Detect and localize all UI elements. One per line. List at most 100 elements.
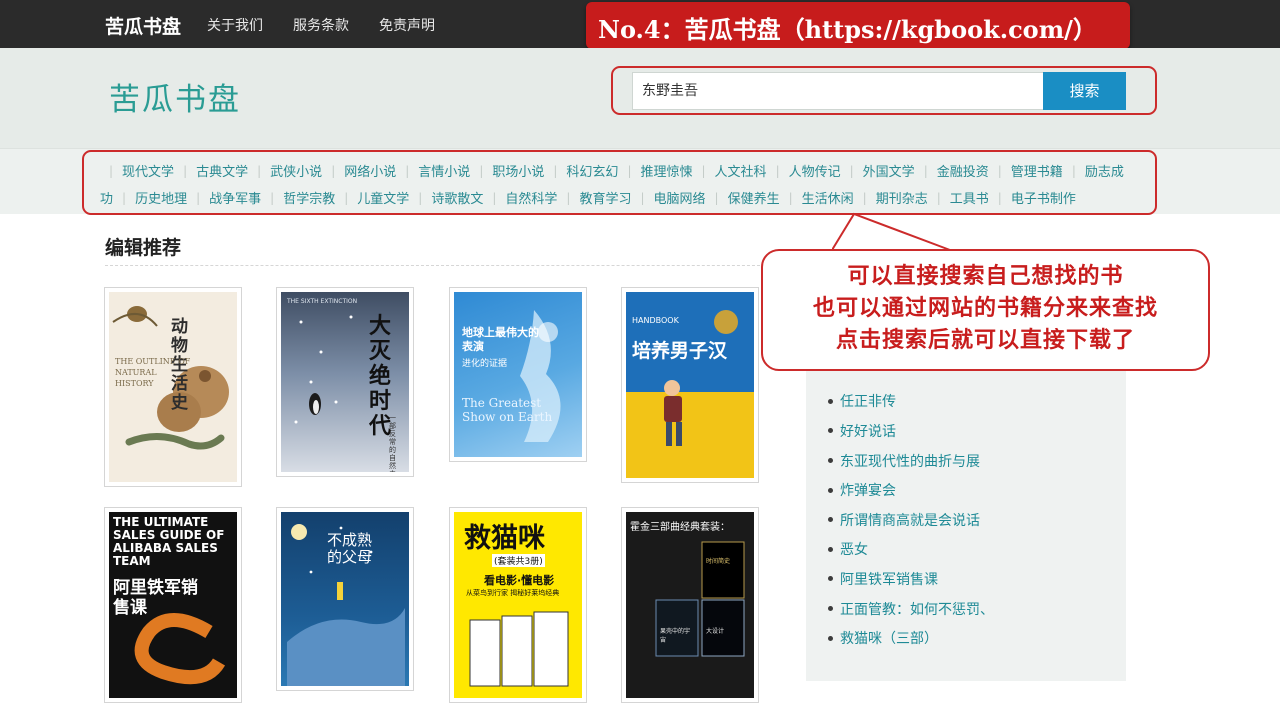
category-link[interactable]: 科幻玄幻	[566, 161, 618, 180]
site-logo[interactable]: 苦瓜书盘	[109, 74, 241, 119]
book-7-subtitle: (套装共3册)	[492, 554, 545, 567]
book-6-title: 不成熟的父母	[327, 531, 373, 566]
category-link[interactable]: 人物传记	[789, 161, 841, 180]
nav-brand[interactable]: 苦瓜书盘	[105, 12, 181, 39]
category-link[interactable]: 人文社科	[715, 161, 767, 180]
category-link[interactable]: 儿童文学	[357, 188, 409, 207]
category-link[interactable]: 自然科学	[505, 188, 557, 207]
list-item: 正面管教：如何不惩罚、	[828, 594, 994, 624]
book-card-7[interactable]: 救猫咪 (套装共3册) 看电影·懂电影 从菜鸟到行家 揭秘好莱坞经典	[449, 507, 587, 703]
category-separator: |	[257, 163, 262, 178]
nav-link-about[interactable]: 关于我们	[207, 15, 263, 35]
book-card-3[interactable]: 地球上最伟大的表演 进化的证据 The Greatest Show on Ear…	[449, 287, 587, 462]
list-item: 任正非传	[828, 387, 994, 417]
category-link[interactable]: 励志成	[1085, 161, 1124, 180]
sidebar-book-list: 任正非传 任正非传 好好说话 东亚现代性的曲折与展 炸弹宴会 所谓情商高就是会说…	[828, 357, 994, 653]
sidebar-book-link[interactable]: 所谓情商高就是会说话	[840, 510, 980, 530]
category-separator: |	[640, 190, 645, 205]
nav-links: 关于我们 服务条款 免责声明	[207, 15, 435, 35]
category-link[interactable]: 古典文学	[196, 161, 248, 180]
bullet	[828, 428, 833, 434]
book-5-english-title: THE ULTIMATE SALES GUIDE OF ALIBABA SALE…	[113, 515, 225, 568]
callout-text: 可以直接搜索自己想找的书 也可以通过网站的书籍分来来查找 点击搜索后就可以直接下…	[763, 261, 1208, 357]
category-separator: |	[701, 163, 706, 178]
category-link[interactable]: 战争军事	[209, 188, 261, 207]
search-highlight: 东野圭吾 搜索	[611, 66, 1157, 115]
book-8-volume-2: 大设计	[706, 628, 725, 635]
category-link[interactable]: 管理书籍	[1011, 161, 1063, 180]
category-link[interactable]: 现代文学	[122, 161, 174, 180]
category-link[interactable]: 职场小说	[492, 161, 544, 180]
category-separator: |	[788, 190, 793, 205]
search-button[interactable]: 搜索	[1043, 72, 1126, 110]
category-separator: |	[862, 190, 867, 205]
category-link[interactable]: 言情小说	[418, 161, 470, 180]
book-cover-2: 大灭绝时代 一部反常的自然史 THE SIXTH EXTINCTION	[281, 292, 409, 472]
bullet	[828, 606, 833, 612]
list-item: 好好说话	[828, 416, 994, 446]
category-link[interactable]: 电脑网络	[654, 188, 706, 207]
category-link[interactable]: 哲学宗教	[283, 188, 335, 207]
bullet	[828, 546, 833, 552]
category-link[interactable]: 功	[100, 188, 113, 207]
category-link[interactable]: 教育学习	[579, 188, 631, 207]
category-separator: |	[196, 190, 201, 205]
book-7-title: 救猫咪	[464, 523, 545, 554]
hawking-books-illustration	[655, 541, 745, 657]
category-link[interactable]: 历史地理	[135, 188, 187, 207]
list-item: 所谓情商高就是会说话	[828, 505, 994, 535]
category-row-2: 功 | 历史地理 | 战争军事 | 哲学宗教 | 儿童文学 | 诗歌散文 | 自然科学 | 教…	[100, 188, 1076, 208]
book-8-title: 霍金三部曲经典套装：	[630, 522, 730, 533]
category-link[interactable]: 生活休闲	[802, 188, 854, 207]
nav-link-disclaimer[interactable]: 免责声明	[379, 15, 435, 35]
sidebar-book-link[interactable]: 救猫咪（三部）	[840, 628, 938, 648]
category-separator: |	[627, 163, 632, 178]
list-item: 救猫咪（三部）	[828, 623, 994, 653]
category-link[interactable]: 工具书	[950, 188, 989, 207]
category-link[interactable]: 金融投资	[937, 161, 989, 180]
book-4-title: 培养男子汉	[632, 340, 728, 362]
book-card-4[interactable]: HANDBOOK 培养男子汉	[621, 287, 759, 483]
category-link[interactable]: 电子书制作	[1011, 188, 1076, 207]
category-link[interactable]: 武侠小说	[270, 161, 322, 180]
book-8-volume-1: 时间简史	[706, 558, 731, 565]
book-card-5[interactable]: THE ULTIMATE SALES GUIDE OF ALIBABA SALE…	[104, 507, 242, 703]
category-link[interactable]: 诗歌散文	[431, 188, 483, 207]
bullet	[828, 487, 833, 493]
book-card-8[interactable]: 霍金三部曲经典套装： 时间简史 大设计 果壳中的宇宙	[621, 507, 759, 703]
book-card-2[interactable]: 大灭绝时代 一部反常的自然史 THE SIXTH EXTINCTION	[276, 287, 414, 477]
nav-link-terms[interactable]: 服务条款	[293, 15, 349, 35]
book-4-english-title: HANDBOOK	[632, 316, 679, 325]
category-separator: |	[566, 190, 571, 205]
category-bar: | 现代文学 | 古典文学 | 武侠小说 | 网络小说 | 言情小说 | 职场小说 | 科幻…	[0, 148, 1280, 215]
sidebar-book-link[interactable]: 任正非传	[840, 391, 896, 411]
sidebar-book-link[interactable]: 阿里铁军销售课	[840, 569, 938, 589]
category-link[interactable]: 期刊杂志	[876, 188, 928, 207]
category-link[interactable]: 外国文学	[863, 161, 915, 180]
search-input[interactable]: 东野圭吾	[632, 72, 1044, 110]
category-separator: |	[122, 190, 127, 205]
category-link[interactable]: 推理惊悚	[640, 161, 692, 180]
sidebar-book-link[interactable]: 正面管教：如何不惩罚、	[840, 599, 994, 619]
bullet	[828, 398, 833, 404]
book-card-6[interactable]: 不成熟的父母	[276, 507, 414, 691]
sidebar-book-link[interactable]: 好好说话	[840, 421, 896, 441]
book-3-subtitle: 进化的证据	[462, 359, 508, 369]
sidebar-book-link[interactable]: 炸弹宴会	[840, 480, 896, 500]
category-separator: |	[936, 190, 941, 205]
list-item: 恶女	[828, 535, 994, 565]
category-separator: |	[1071, 163, 1076, 178]
category-separator: |	[923, 163, 928, 178]
book-2-subtitle: 一部反常的自然史	[389, 414, 396, 472]
category-link[interactable]: 网络小说	[344, 161, 396, 180]
category-separator: |	[553, 163, 558, 178]
promo-banner-text: No.4：苦瓜书盘（https://kgbook.com/）	[598, 15, 1097, 44]
category-link[interactable]: 保健养生	[728, 188, 780, 207]
category-separator: |	[344, 190, 349, 205]
sidebar-book-link[interactable]: 东亚现代性的曲折与展	[840, 451, 980, 471]
category-separator: |	[479, 163, 484, 178]
book-card-1[interactable]: 动物生活史 THE OUTLINE OF NATURAL HISTORY	[104, 287, 242, 487]
book-3-english-title: The Greatest Show on Earth	[462, 396, 553, 424]
category-row-1: | 现代文学 | 古典文学 | 武侠小说 | 网络小说 | 言情小说 | 职场小说 | 科幻…	[100, 161, 1124, 181]
sidebar-book-link[interactable]: 恶女	[840, 539, 868, 559]
